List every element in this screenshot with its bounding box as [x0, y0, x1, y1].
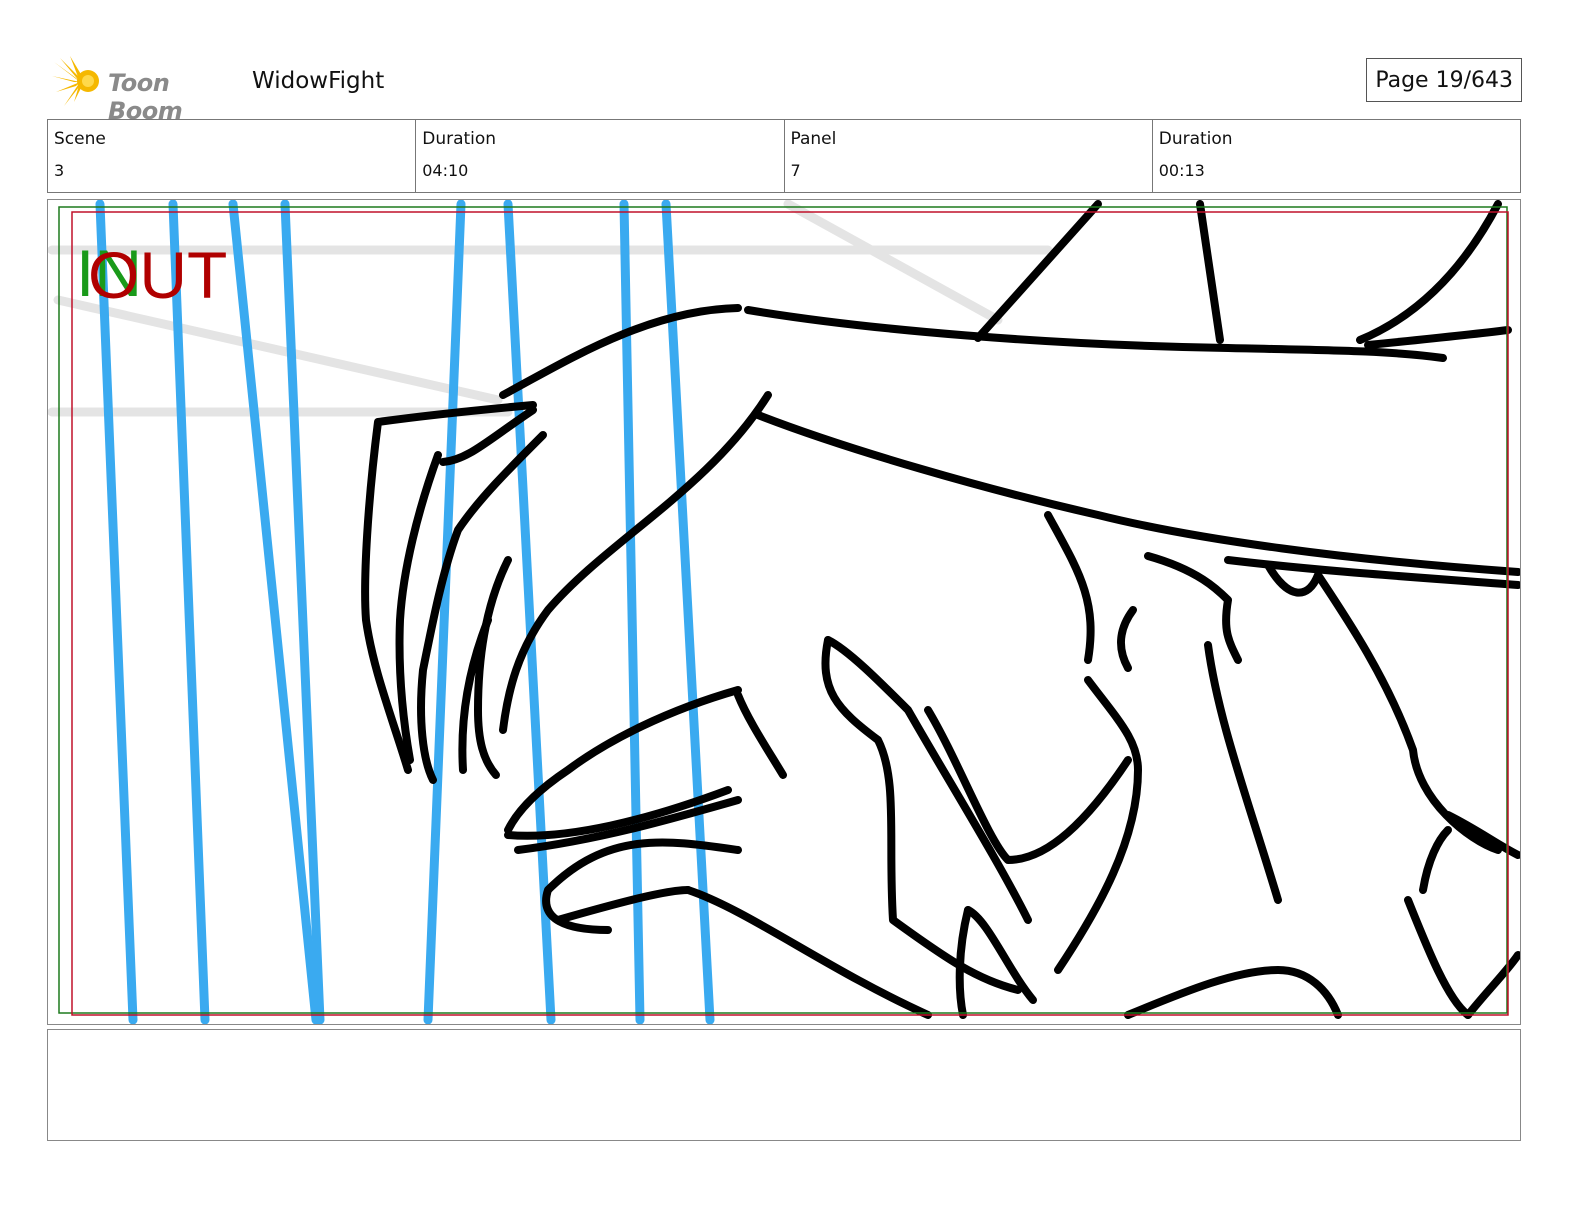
- scene-duration-cell: Duration 04:10: [416, 120, 785, 192]
- panel-duration-label: Duration: [1158, 129, 1233, 149]
- panel-drawing: IN OUT: [48, 200, 1520, 1024]
- panel-cell: Panel 7: [785, 120, 1153, 192]
- page-label: Page: [1375, 68, 1429, 93]
- scene-cell: Scene 3: [48, 120, 417, 192]
- panel-info-table: Scene 3 Duration 04:10 Panel 7 Duration …: [47, 119, 1521, 193]
- project-title: WidowFight: [252, 68, 385, 94]
- page-indicator: Page 19/643: [1366, 58, 1522, 102]
- scene-duration-value: 04:10: [422, 161, 469, 180]
- panel-duration-value: 00:13: [1158, 161, 1205, 180]
- out-marker: OUT: [88, 238, 227, 312]
- page-header: Toon Boom WidowFight Page 19/643: [48, 52, 1522, 125]
- panel-value: 7: [790, 161, 801, 180]
- panel-duration-cell: Duration 00:13: [1153, 120, 1520, 192]
- scene-value: 3: [54, 161, 65, 180]
- page-number: 19/643: [1435, 68, 1513, 93]
- storyboard-panel: IN OUT: [47, 199, 1521, 1025]
- scene-label: Scene: [54, 129, 106, 149]
- scene-duration-label: Duration: [422, 129, 497, 149]
- logo-text: Toon Boom: [108, 69, 183, 125]
- toon-boom-logo: Toon Boom: [52, 56, 242, 125]
- starburst-icon: [52, 56, 99, 106]
- panel-label: Panel: [790, 129, 837, 149]
- panel-notes-box: [47, 1029, 1521, 1141]
- sketch-linework: [361, 200, 1520, 1019]
